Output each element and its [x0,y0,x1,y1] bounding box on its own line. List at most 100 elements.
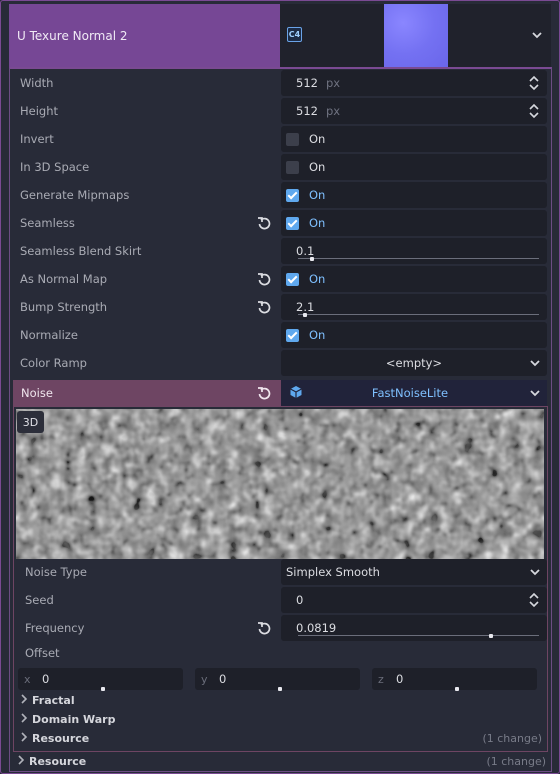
chevron-down-icon[interactable] [527,385,543,401]
as-normal-map-on-text: On [309,272,326,286]
normalize-label: Normalize [20,328,78,342]
seed-field[interactable]: 0 [281,587,547,613]
chevron-right-icon [20,694,32,707]
checkbox-checked-icon [286,188,299,202]
offset-y-value: 0 [219,672,227,686]
slider-track [298,314,539,315]
checkbox-unchecked-icon [286,160,299,174]
in-3d-space-on-text: On [309,160,326,174]
x-axis-label: x [24,672,31,686]
bump-strength-slider[interactable]: 2.1 [281,294,547,320]
spinner-icon[interactable] [529,103,539,119]
frequency-label: Frequency [25,621,85,635]
noise-preview[interactable] [16,409,544,559]
slider-grabber[interactable] [489,634,493,638]
revert-icon[interactable] [257,386,271,400]
color-ramp-value: <empty> [385,356,443,370]
as-normal-map-label: As Normal Map [20,272,108,286]
seamless-on-text: On [309,216,326,230]
invert-on-text: On [309,132,326,146]
noise-type-dropdown[interactable]: Simplex Smooth [281,559,547,585]
fast-noise-lite-icon [289,385,303,402]
slider-grabber[interactable] [303,313,307,317]
invert-checkbox[interactable]: On [281,126,547,152]
spinner-icon[interactable] [529,592,539,608]
height-value: 512 [296,104,318,118]
seamless-checkbox[interactable]: On [281,210,547,236]
offset-x-field[interactable]: x0 [18,668,183,691]
offset-label: Offset [25,646,60,660]
resource-title-text: U Texure Normal 2 [17,28,128,43]
noise-type-value: Simplex Smooth [286,565,380,579]
texture-type-icon: C4 [287,27,302,42]
revert-icon[interactable] [257,272,271,286]
revert-icon[interactable] [257,216,271,230]
chevron-down-icon[interactable] [527,564,543,580]
domain-warp-group-label: Domain Warp [32,713,116,726]
offset-z-value: 0 [396,672,404,686]
height-field[interactable]: 512 px [281,98,547,124]
in-3d-space-label: In 3D Space [20,160,90,174]
revert-icon[interactable] [257,621,271,635]
noise-label: Noise [13,380,281,406]
invert-label: Invert [20,132,54,146]
slider-track [298,258,539,259]
seamless-blend-skirt-slider[interactable]: 0.1 [281,238,547,264]
revert-icon[interactable] [257,300,271,314]
width-unit: px [325,76,341,90]
checkbox-checked-icon [286,328,299,342]
bump-strength-label: Bump Strength [20,300,108,314]
frequency-slider[interactable]: 0.0819 [281,615,547,641]
width-value: 512 [296,76,318,90]
color-ramp-picker[interactable]: <empty> [281,350,547,376]
seamless-blend-skirt-value: 0.1 [296,244,315,258]
chevron-right-icon [20,732,32,745]
seamless-blend-skirt-label: Seamless Blend Skirt [20,244,142,258]
texture-preview[interactable] [384,4,448,67]
chevron-down-icon[interactable] [527,355,543,371]
resource-group-label: Resource [29,755,87,768]
noise-type-label: Noise Type [25,565,87,579]
noise-resource-name: FastNoiseLite [371,386,449,400]
resource-title[interactable]: U Texure Normal 2 [9,4,280,67]
chevron-right-icon [20,713,32,726]
checkbox-checked-icon [286,216,299,230]
chevron-right-icon [17,755,29,768]
offset-x-value: 0 [42,672,50,686]
height-unit: px [325,104,341,118]
in-3d-space-checkbox[interactable]: On [281,154,547,180]
generate-mipmaps-label: Generate Mipmaps [20,188,130,202]
seed-label: Seed [25,593,54,607]
generate-mipmaps-checkbox[interactable]: On [281,182,547,208]
frequency-value: 0.0819 [296,621,337,635]
domain-warp-group[interactable]: Domain Warp [20,710,540,729]
chevron-down-icon[interactable] [529,27,545,43]
width-field[interactable]: 512 px [281,70,547,96]
offset-y-field[interactable]: y0 [195,668,360,691]
fractal-group-label: Fractal [32,694,75,707]
fractal-group[interactable]: Fractal [20,691,540,710]
noise-resource-picker[interactable]: FastNoiseLite [281,380,547,406]
noise-resource-group-label: Resource [32,732,90,745]
height-label: Height [20,104,59,118]
resource-group[interactable]: Resource (1 change) [17,752,546,771]
seed-value: 0 [296,593,304,607]
width-label: Width [20,76,54,90]
offset-z-field[interactable]: z0 [372,668,537,691]
normalize-checkbox[interactable]: On [281,322,547,348]
3d-preview-toggle[interactable]: 3D [17,411,44,433]
checkbox-unchecked-icon [286,132,299,146]
noise-resource-group[interactable]: Resource (1 change) [20,729,542,748]
checkbox-checked-icon [286,272,299,286]
change-count: (1 change) [486,755,546,768]
generate-mipmaps-on-text: On [309,188,326,202]
slider-track [298,635,539,636]
bump-strength-value: 2.1 [296,300,315,314]
spinner-icon[interactable] [529,75,539,91]
change-count: (1 change) [482,732,542,745]
seamless-label: Seamless [20,216,75,230]
z-axis-label: z [378,672,384,686]
slider-grabber[interactable] [310,257,314,261]
color-ramp-label: Color Ramp [20,356,87,370]
as-normal-map-checkbox[interactable]: On [281,266,547,292]
